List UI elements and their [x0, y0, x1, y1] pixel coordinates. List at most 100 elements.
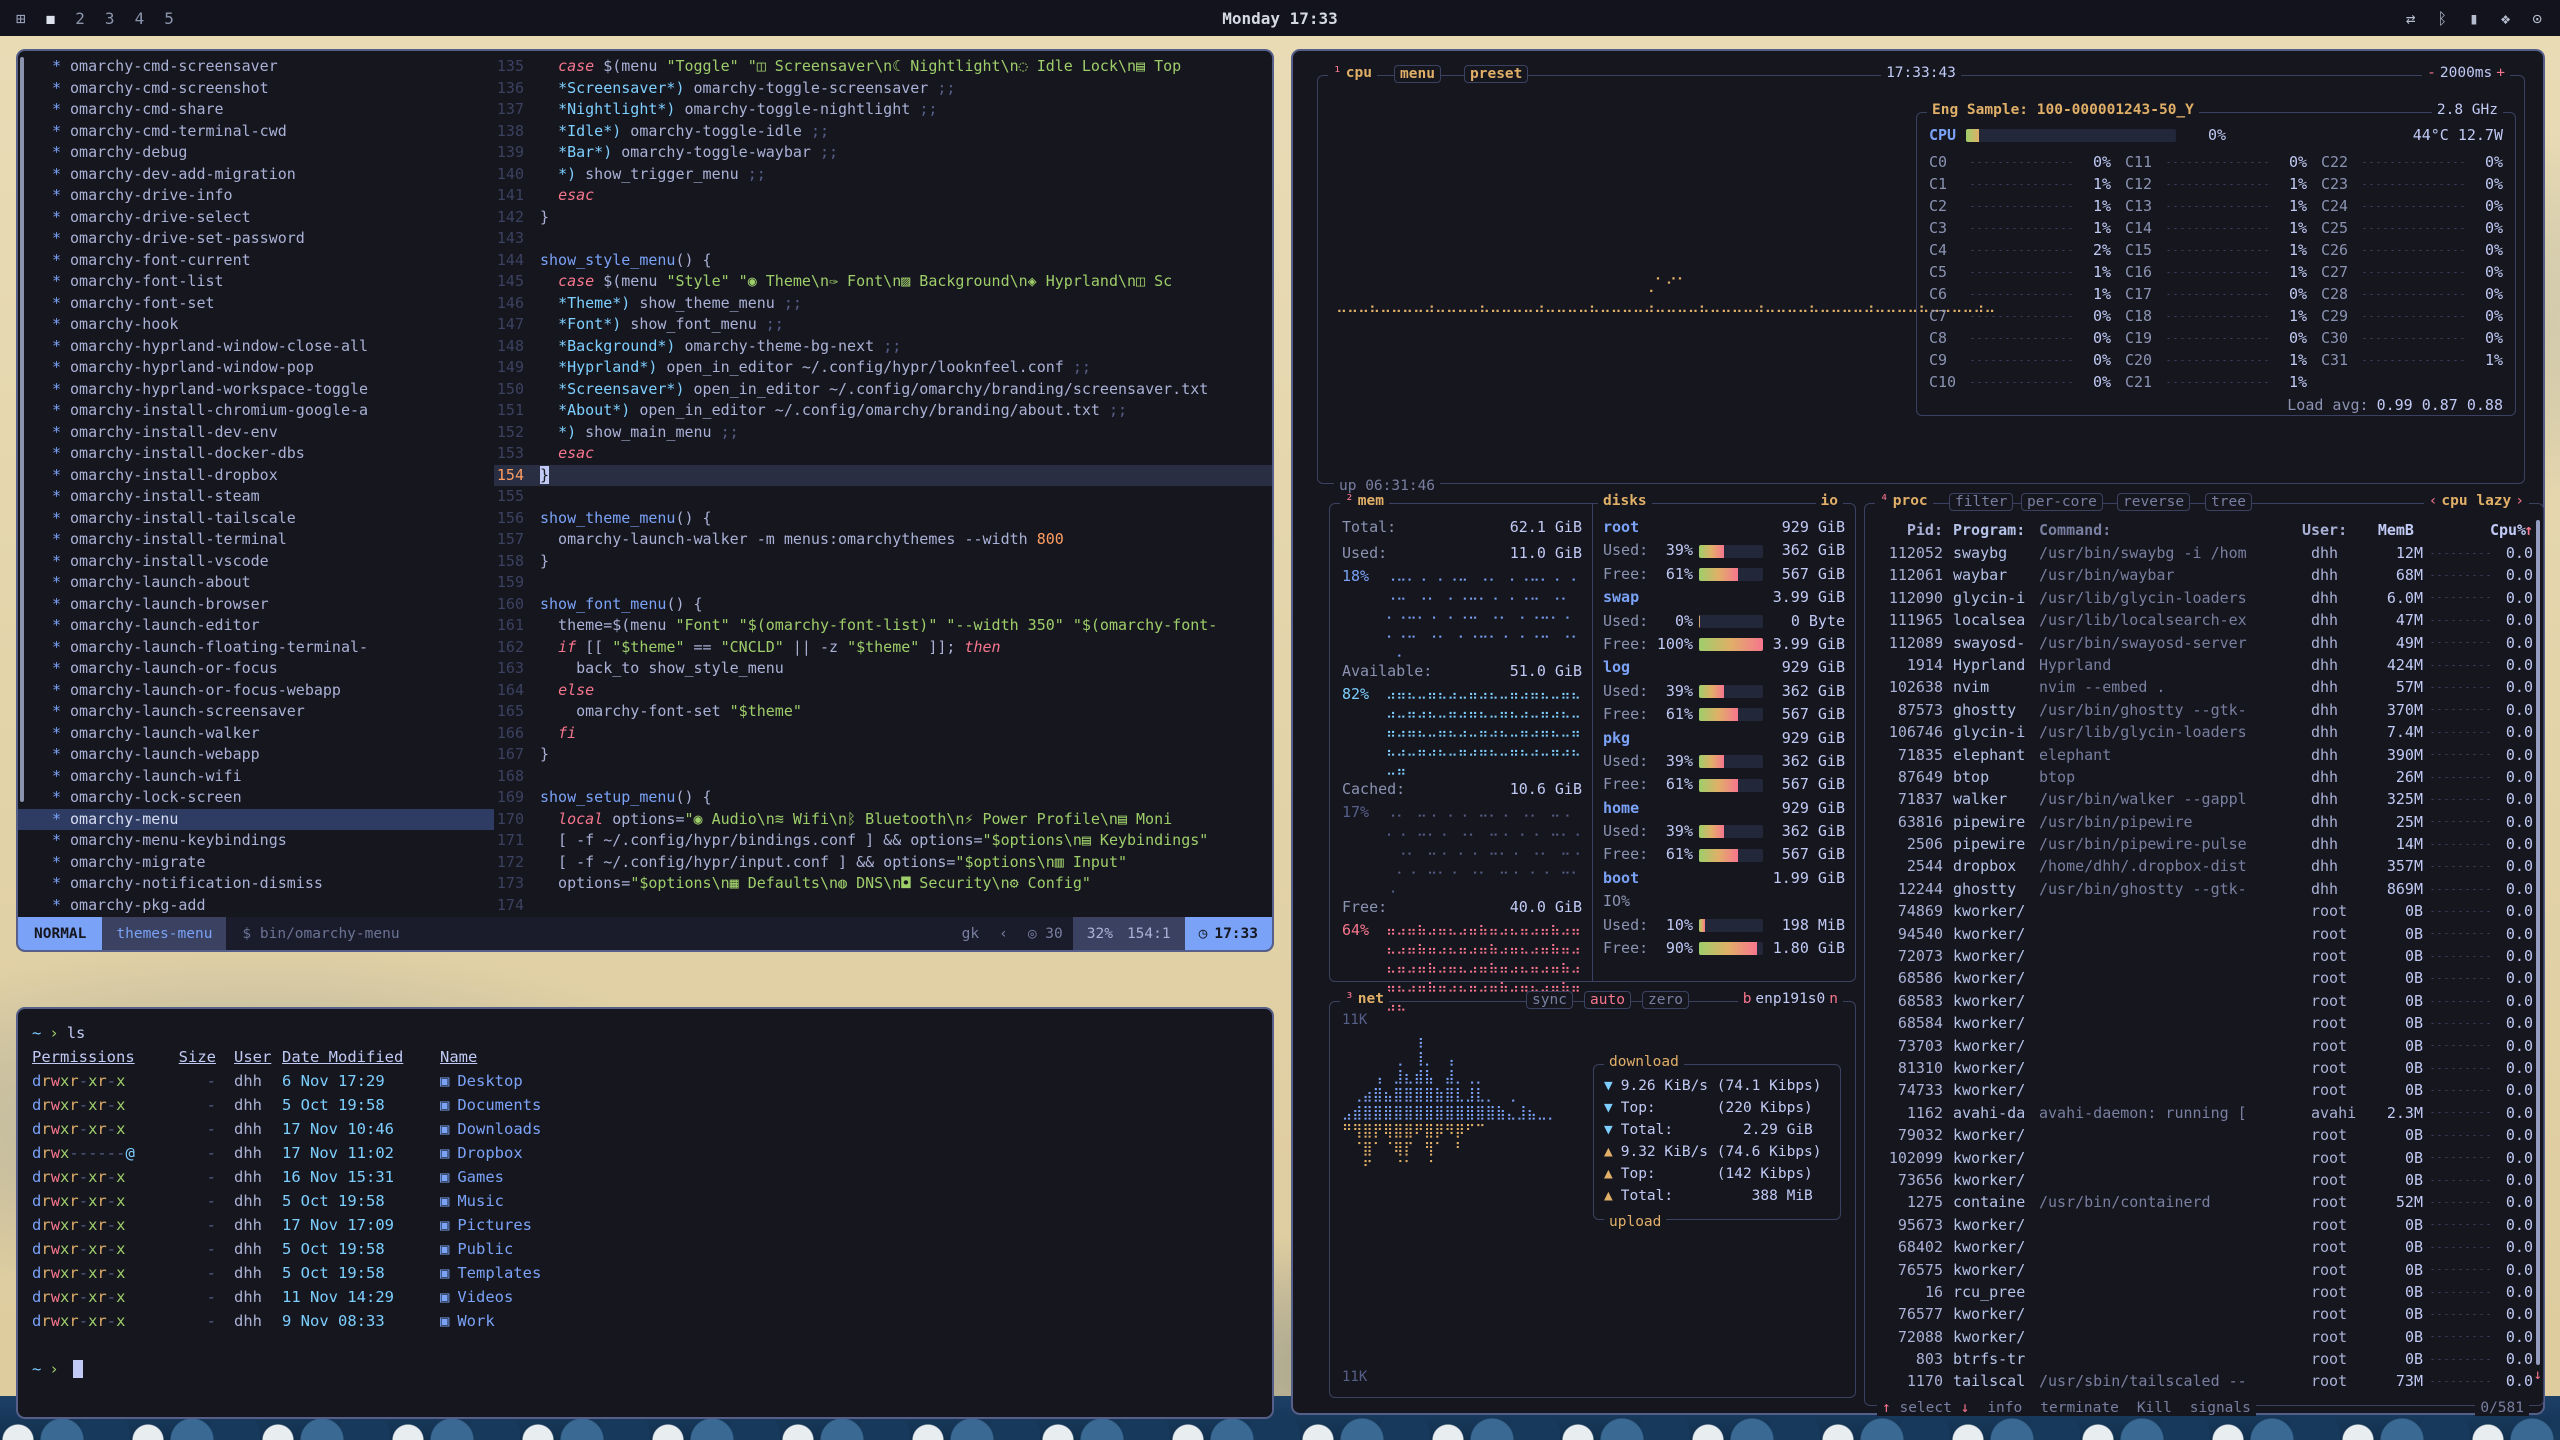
- file-list-item[interactable]: *omarchy-font-list: [18, 271, 494, 293]
- process-row[interactable]: 112061 waybar /usr/bin/waybar dhh 68M 0.…: [1877, 564, 2533, 586]
- file-list-item[interactable]: *omarchy-install-tailscale: [18, 508, 494, 530]
- file-list-item[interactable]: *omarchy-cmd-screensaver: [18, 56, 494, 78]
- file-list-item[interactable]: *omarchy-install-dropbox: [18, 465, 494, 487]
- proc-filter-button[interactable]: filter: [1949, 493, 2013, 511]
- col-program[interactable]: Program:: [1943, 518, 2039, 542]
- scroll-down-icon[interactable]: ↓: [2534, 1367, 2542, 1383]
- file-list-item[interactable]: *omarchy-install-terminal: [18, 529, 494, 551]
- process-row[interactable]: 74733 kworker/ root 0B 0.0: [1877, 1079, 2533, 1101]
- tray-icon[interactable]: ᛒ: [2437, 9, 2447, 28]
- refresh-interval[interactable]: - 2000ms +: [2422, 65, 2510, 81]
- proc-reverse-button[interactable]: reverse: [2117, 493, 2190, 511]
- workspace-5[interactable]: 5: [164, 9, 174, 28]
- file-list-item[interactable]: *omarchy-lock-screen: [18, 787, 494, 809]
- process-row[interactable]: 102638 nvim nvim --embed . dhh 57M 0.0: [1877, 676, 2533, 698]
- file-list-item[interactable]: *omarchy-launch-floating-terminal-: [18, 637, 494, 659]
- code-pane[interactable]: 135 case $(menu "Toggle" "◫ Screensaver\…: [494, 51, 1272, 917]
- process-row[interactable]: 112089 swayosd- /usr/bin/swayosd-server …: [1877, 632, 2533, 654]
- process-row[interactable]: 72073 kworker/ root 0B 0.0: [1877, 945, 2533, 967]
- proc-per-core-button[interactable]: per-core: [2021, 493, 2103, 511]
- file-list-item[interactable]: *omarchy-hyprland-window-pop: [18, 357, 494, 379]
- process-row[interactable]: 12244 ghostty /usr/bin/ghostty --gtk- dh…: [1877, 878, 2533, 900]
- file-list-item[interactable]: *omarchy-drive-set-password: [18, 228, 494, 250]
- process-row[interactable]: 71837 walker /usr/bin/walker --gappl dhh…: [1877, 788, 2533, 810]
- process-row[interactable]: 76575 kworker/ root 0B 0.0: [1877, 1259, 2533, 1281]
- tab-proc[interactable]: ⁴proc: [1875, 493, 1933, 509]
- process-row[interactable]: 112052 swaybg /usr/bin/swaybg -i /hom dh…: [1877, 542, 2533, 564]
- tray-icon[interactable]: ⊙: [2532, 9, 2542, 28]
- process-row[interactable]: 87649 btop btop dhh 26M 0.0: [1877, 766, 2533, 788]
- file-list-item[interactable]: *omarchy-menu: [18, 809, 494, 831]
- tab-cpu[interactable]: ¹cpu: [1328, 65, 1377, 81]
- process-row[interactable]: 1275 containe /usr/bin/containerd root 5…: [1877, 1191, 2533, 1213]
- process-row[interactable]: 95673 kworker/ root 0B 0.0: [1877, 1214, 2533, 1236]
- process-row[interactable]: 111965 localsea /usr/lib/localsearch-ex …: [1877, 609, 2533, 631]
- kill-hint[interactable]: Kill: [2137, 1400, 2172, 1416]
- file-list-item[interactable]: *omarchy-launch-or-focus-webapp: [18, 680, 494, 702]
- terminal-window[interactable]: ~›ls Permissions Size User Date Modified…: [16, 1007, 1274, 1419]
- workspace-3[interactable]: 3: [105, 9, 115, 28]
- process-row[interactable]: 1914 Hyprland Hyprland dhh 424M 0.0: [1877, 654, 2533, 676]
- apps-icon[interactable]: ⊞: [16, 9, 26, 28]
- process-row[interactable]: 68586 kworker/ root 0B 0.0: [1877, 967, 2533, 989]
- info-hint[interactable]: info: [1987, 1400, 2022, 1416]
- file-list-item[interactable]: *omarchy-install-chromium-google-a: [18, 400, 494, 422]
- file-list-item[interactable]: *omarchy-install-vscode: [18, 551, 494, 573]
- process-row[interactable]: 1162 avahi-da avahi-daemon: running [ av…: [1877, 1102, 2533, 1124]
- file-list-item[interactable]: *omarchy-launch-screensaver: [18, 701, 494, 723]
- col-command[interactable]: Command:: [2039, 518, 2302, 542]
- proc-sort-mode[interactable]: ‹cpu lazy›: [2424, 493, 2529, 509]
- process-row[interactable]: 2544 dropbox /home/dhh/.dropbox-dist dhh…: [1877, 855, 2533, 877]
- terminate-hint[interactable]: terminate: [2040, 1400, 2119, 1416]
- tray-icon[interactable]: ❖: [2501, 9, 2511, 28]
- file-list-item[interactable]: *omarchy-cmd-share: [18, 99, 494, 121]
- process-row[interactable]: 72088 kworker/ root 0B 0.0: [1877, 1326, 2533, 1348]
- signals-hint[interactable]: signals: [2190, 1400, 2251, 1416]
- proc-header-row[interactable]: Pid: Program: Command: User: MemB Cpu% ↑: [1877, 518, 2533, 542]
- file-list-item[interactable]: *omarchy-launch-wifi: [18, 766, 494, 788]
- file-list-item[interactable]: *omarchy-hyprland-workspace-toggle: [18, 379, 494, 401]
- file-list-item[interactable]: *omarchy-hook: [18, 314, 494, 336]
- file-list-item[interactable]: *omarchy-pkg-add: [18, 895, 494, 917]
- file-list-item[interactable]: *omarchy-launch-or-focus: [18, 658, 494, 680]
- file-list-item[interactable]: *omarchy-dev-add-migration: [18, 164, 494, 186]
- process-row[interactable]: 68402 kworker/ root 0B 0.0: [1877, 1236, 2533, 1258]
- disks-label[interactable]: disks: [1598, 493, 1652, 509]
- net-zero-button[interactable]: zero: [1642, 991, 1689, 1009]
- file-list-item[interactable]: *omarchy-debug: [18, 142, 494, 164]
- file-list-item[interactable]: *omarchy-drive-info: [18, 185, 494, 207]
- col-pid[interactable]: Pid:: [1877, 518, 1943, 542]
- net-sync-button[interactable]: sync: [1526, 991, 1573, 1009]
- process-row[interactable]: 112090 glycin-i /usr/lib/glycin-loaders …: [1877, 587, 2533, 609]
- file-list-item[interactable]: *omarchy-font-current: [18, 250, 494, 272]
- file-list-pane[interactable]: *omarchy-cmd-screensaver *omarchy-cmd-sc…: [18, 51, 494, 917]
- file-list-item[interactable]: *omarchy-launch-browser: [18, 594, 494, 616]
- process-row[interactable]: 102099 kworker/ root 0B 0.0: [1877, 1147, 2533, 1169]
- process-row[interactable]: 71835 elephant elephant dhh 390M 0.0: [1877, 744, 2533, 766]
- proc-scrollbar[interactable]: [2536, 520, 2540, 1365]
- preset-button[interactable]: preset: [1464, 65, 1528, 83]
- file-list-item[interactable]: *omarchy-launch-walker: [18, 723, 494, 745]
- file-list-item[interactable]: *omarchy-menu-keybindings: [18, 830, 494, 852]
- tab-mem[interactable]: ²mem: [1340, 493, 1389, 509]
- file-list-item[interactable]: *omarchy-launch-editor: [18, 615, 494, 637]
- menu-button[interactable]: menu: [1394, 65, 1441, 83]
- file-list-item[interactable]: *omarchy-migrate: [18, 852, 494, 874]
- process-row[interactable]: 79032 kworker/ root 0B 0.0: [1877, 1124, 2533, 1146]
- file-list-item[interactable]: *omarchy-install-docker-dbs: [18, 443, 494, 465]
- process-row[interactable]: 74869 kworker/ root 0B 0.0: [1877, 900, 2533, 922]
- workspace-4[interactable]: 4: [135, 9, 145, 28]
- net-interface-selector[interactable]: b enp191s0 n: [1738, 991, 1843, 1007]
- tray-icon[interactable]: ⇄: [2406, 9, 2416, 28]
- process-row[interactable]: 68584 kworker/ root 0B 0.0: [1877, 1012, 2533, 1034]
- file-list-item[interactable]: *omarchy-notification-dismiss: [18, 873, 494, 895]
- file-list-item[interactable]: *omarchy-cmd-screenshot: [18, 78, 494, 100]
- process-row[interactable]: 106746 glycin-i /usr/lib/glycin-loaders …: [1877, 721, 2533, 743]
- process-row[interactable]: 63816 pipewire /usr/bin/pipewire dhh 25M…: [1877, 811, 2533, 833]
- file-list-scrollbar[interactable]: [20, 57, 24, 802]
- process-row[interactable]: 73703 kworker/ root 0B 0.0: [1877, 1035, 2533, 1057]
- tray-icon[interactable]: ▮: [2469, 9, 2479, 28]
- process-row[interactable]: 2506 pipewire /usr/bin/pipewire-pulse dh…: [1877, 833, 2533, 855]
- process-row[interactable]: 81310 kworker/ root 0B 0.0: [1877, 1057, 2533, 1079]
- file-list-item[interactable]: *omarchy-hyprland-window-close-all: [18, 336, 494, 358]
